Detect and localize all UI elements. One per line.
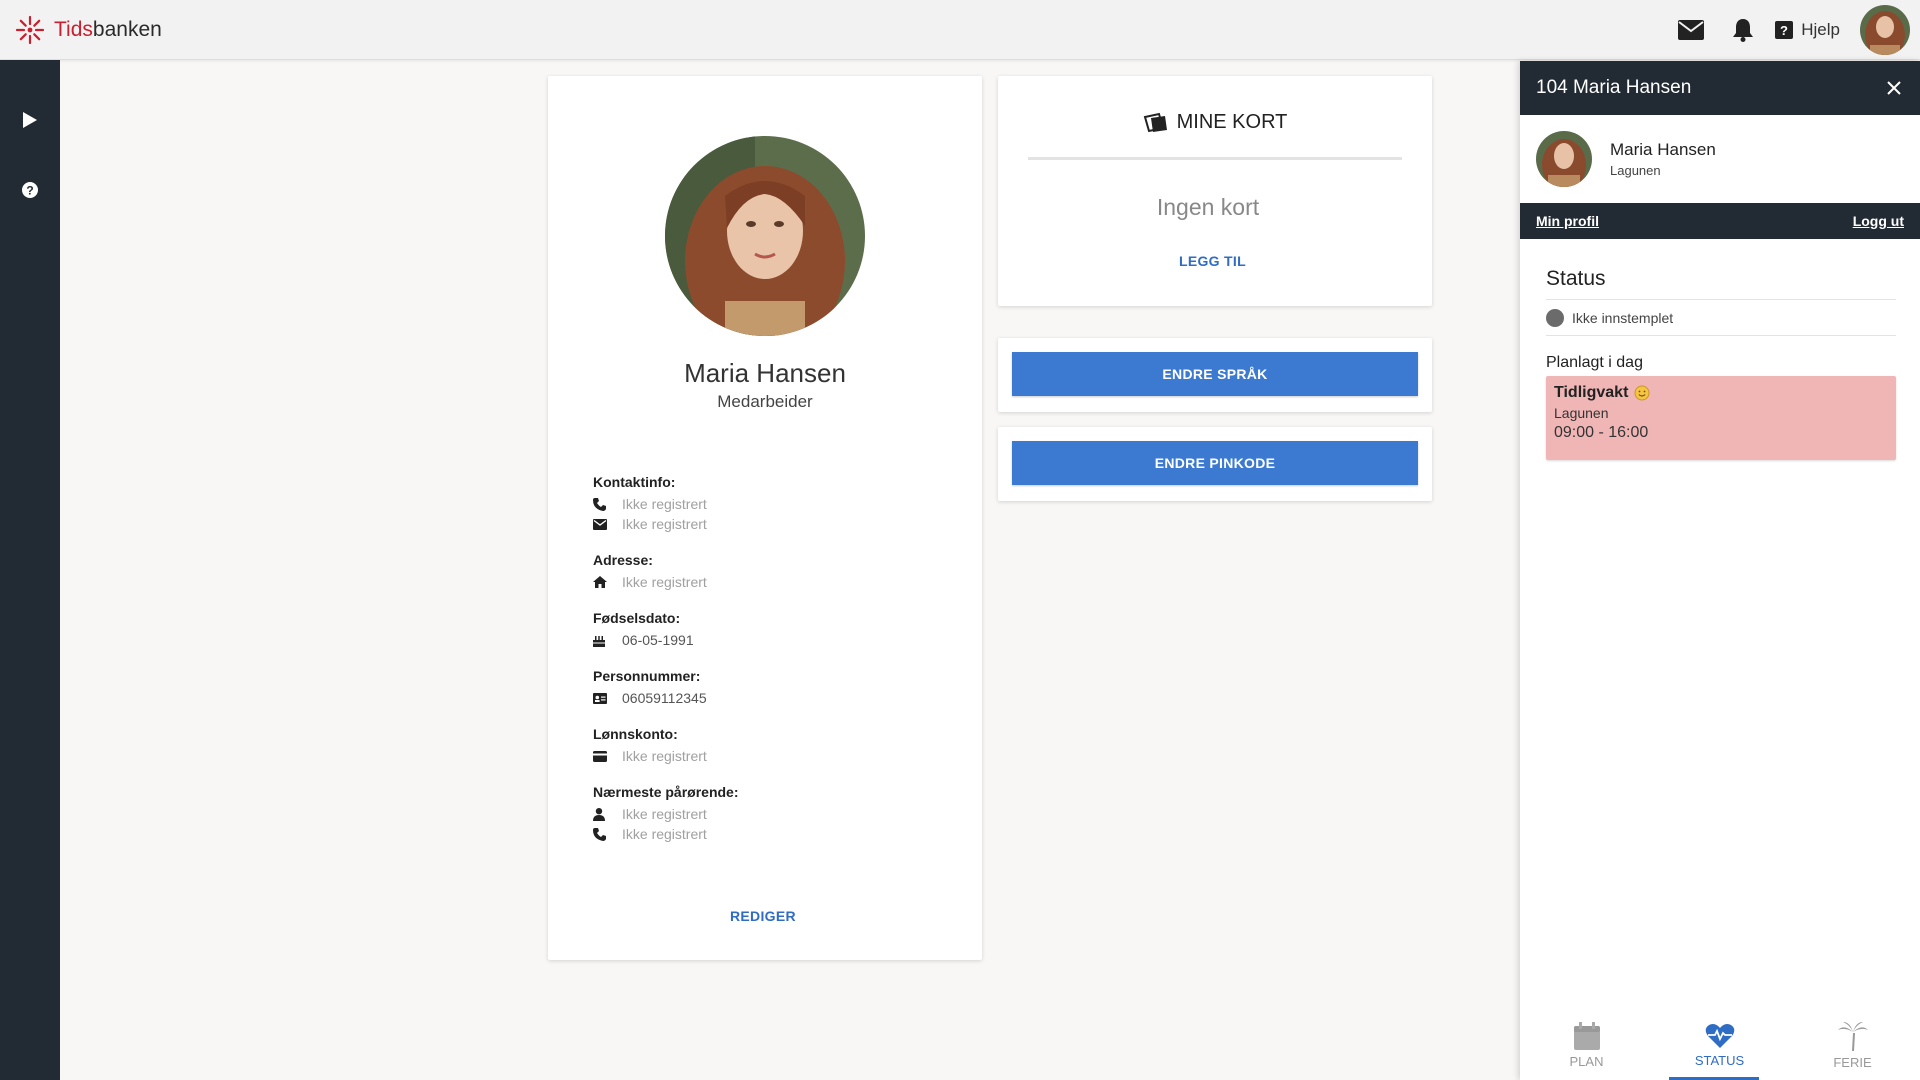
logout-link[interactable]: Logg ut	[1853, 213, 1904, 229]
svg-text:?: ?	[1780, 23, 1788, 38]
my-cards-title-text: MINE KORT	[1176, 111, 1288, 133]
change-language-button[interactable]: ENDRE SPRÅK	[1012, 352, 1418, 396]
divider	[1028, 157, 1402, 160]
help-button[interactable]: ? Hjelp	[1769, 20, 1854, 40]
heartbeat-icon	[1705, 1023, 1734, 1048]
nav-plan[interactable]: PLAN	[1520, 1010, 1653, 1080]
messages-button[interactable]	[1665, 0, 1717, 60]
app-logo[interactable]: Tidsbanken	[14, 14, 162, 46]
nav-plan-label: PLAN	[1569, 1053, 1604, 1069]
phone-value: Ikke registrert	[622, 496, 707, 512]
address-value: Ikke registrert	[622, 574, 707, 590]
relative-name-value: Ikke registrert	[622, 806, 707, 822]
account-value: Ikke registrert	[622, 748, 707, 764]
relative-group: Nærmeste pårørende: Ikke registrert Ikke…	[593, 784, 953, 844]
help-sidebar-button[interactable]: ?	[0, 155, 60, 225]
envelope-icon	[1678, 20, 1705, 40]
question-circle-icon: ?	[22, 182, 38, 198]
profile-card: Maria Hansen Medarbeider Kontaktinfo: Ik…	[548, 76, 982, 960]
change-pin-button[interactable]: ENDRE PINKODE	[1012, 441, 1418, 485]
no-cards-text: Ingen kort	[1156, 194, 1260, 220]
panel-user: Maria Hansen Lagunen	[1520, 115, 1920, 203]
logo-text: Tidsbanken	[54, 18, 162, 41]
account-group: Lønnskonto: Ikke registrert	[593, 726, 953, 766]
left-sidebar: ?	[0, 60, 60, 1080]
email-value: Ikke registrert	[622, 516, 707, 532]
credit-card-icon	[593, 750, 622, 762]
edit-profile-link[interactable]: REDIGER	[730, 908, 796, 924]
relative-phone-value: Ikke registrert	[622, 826, 707, 842]
shift-card[interactable]: Tidligvakt Lagunen 09:00 - 16:00	[1546, 376, 1896, 460]
top-actions: ? Hjelp	[1665, 0, 1920, 60]
birthday-cake-icon	[593, 634, 622, 647]
my-cards-title: MINE KORT	[998, 111, 1432, 134]
nav-status-label: STATUS	[1694, 1052, 1745, 1068]
contact-label: Kontaktinfo:	[593, 474, 676, 490]
relative-label: Nærmeste pårørende:	[593, 784, 739, 800]
help-label: Hjelp	[1801, 20, 1840, 39]
status-dot-icon	[1546, 308, 1564, 327]
ssn-group: Personnummer: 06059112345	[593, 668, 953, 708]
bottom-nav: PLAN STATUS FERIE	[1520, 1010, 1920, 1080]
birth-group: Fødselsdato: 06-05-1991	[593, 610, 953, 650]
contact-info-group: Kontaktinfo: Ikke registrert Ikke regist…	[593, 474, 953, 534]
panel-title: 104 Maria Hansen	[1536, 77, 1692, 98]
ssn-label: Personnummer:	[593, 668, 701, 684]
my-profile-link[interactable]: Min profil	[1536, 213, 1599, 229]
home-icon	[593, 576, 622, 588]
address-label: Adresse:	[593, 552, 653, 568]
my-cards-card: MINE KORT Ingen kort LEGG TIL	[998, 76, 1432, 306]
employee-panel: 104 Maria Hansen Maria Hansen Lagunen Mi…	[1520, 61, 1920, 1080]
nav-ferie-label: FERIE	[1833, 1054, 1872, 1070]
panel-avatar	[1536, 131, 1592, 187]
smile-emoji-icon	[1634, 385, 1650, 401]
profile-info: Kontaktinfo: Ikke registrert Ikke regist…	[593, 474, 953, 862]
profile-name: Maria Hansen	[684, 358, 846, 388]
add-card-link[interactable]: LEGG TIL	[1179, 253, 1246, 269]
bell-icon	[1733, 19, 1754, 42]
address-group: Adresse: Ikke registrert	[593, 552, 953, 592]
change-pin-card: ENDRE PINKODE	[998, 427, 1432, 501]
status-row: Ikke innstemplet	[1546, 300, 1896, 336]
cards-icon	[1143, 112, 1167, 132]
envelope-icon	[593, 518, 622, 530]
close-panel-button[interactable]	[1882, 76, 1906, 100]
id-card-icon	[593, 692, 622, 704]
panel-header: 104 Maria Hansen	[1520, 61, 1920, 115]
play-icon	[23, 112, 37, 128]
panel-user-name: Maria Hansen	[1610, 140, 1716, 159]
panel-user-location: Lagunen	[1610, 163, 1661, 178]
shift-time: 09:00 - 16:00	[1554, 424, 1649, 441]
close-icon	[1887, 81, 1901, 95]
profile-photo	[665, 136, 865, 336]
change-language-card: ENDRE SPRÅK	[998, 338, 1432, 412]
status-title: Status	[1546, 267, 1896, 300]
question-square-icon: ?	[1775, 21, 1794, 39]
top-bar: Tidsbanken ? Hjelp	[0, 0, 1920, 60]
nav-ferie[interactable]: FERIE	[1786, 1010, 1919, 1080]
person-icon	[593, 807, 622, 821]
palm-tree-icon	[1837, 1021, 1868, 1051]
phone-icon	[593, 827, 622, 841]
shift-location: Lagunen	[1554, 405, 1609, 421]
svg-text:?: ?	[26, 184, 33, 198]
status-section: Status Ikke innstemplet Planlagt i dag T…	[1546, 267, 1896, 460]
birth-label: Fødselsdato:	[593, 610, 681, 626]
user-avatar[interactable]	[1860, 5, 1910, 55]
shift-name: Tidligvakt	[1554, 384, 1629, 401]
ssn-value: 06059112345	[622, 690, 707, 706]
planned-title: Planlagt i dag	[1546, 354, 1643, 371]
status-value: Ikke innstemplet	[1572, 309, 1674, 326]
expand-sidebar-button[interactable]	[0, 85, 60, 155]
account-label: Lønnskonto:	[593, 726, 678, 742]
profile-role: Medarbeider	[717, 392, 813, 411]
calendar-icon	[1573, 1021, 1600, 1050]
notifications-button[interactable]	[1717, 0, 1769, 60]
panel-links: Min profil Logg ut	[1520, 203, 1920, 239]
phone-icon	[593, 497, 622, 511]
birth-value: 06-05-1991	[622, 632, 694, 648]
nav-status[interactable]: STATUS	[1653, 1010, 1786, 1080]
logo-icon	[15, 15, 45, 45]
